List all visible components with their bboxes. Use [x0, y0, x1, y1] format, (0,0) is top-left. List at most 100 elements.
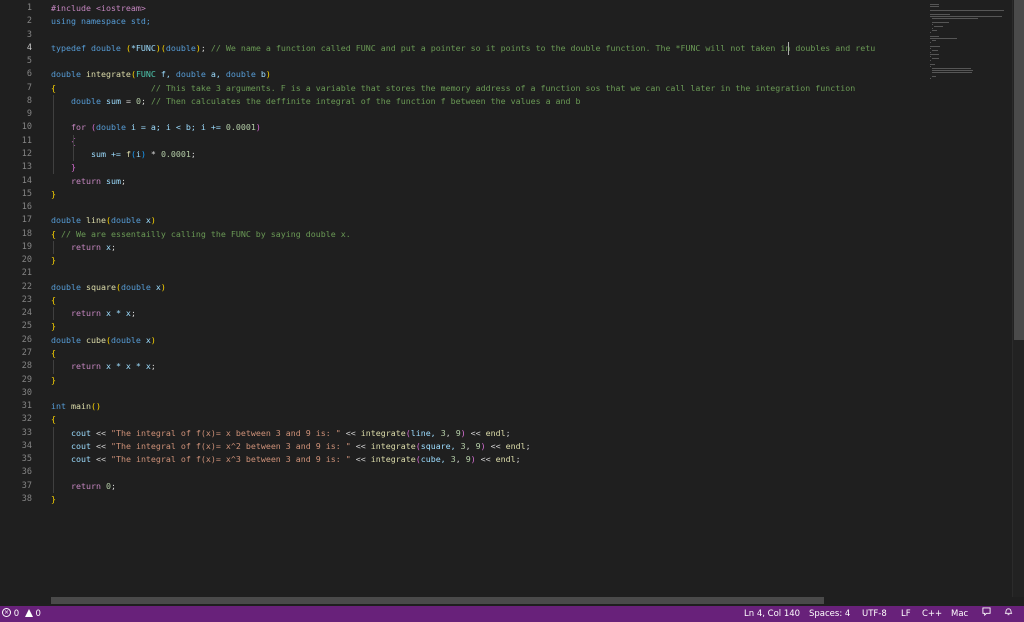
- line-number: 34: [21, 440, 32, 451]
- code-line[interactable]: double square(double x): [51, 281, 166, 294]
- line-number: 26: [21, 334, 32, 345]
- minimap-line: [931, 30, 937, 31]
- problems-indicator[interactable]: × 0 0: [2, 606, 41, 622]
- horizontal-scrollbar-thumb[interactable]: [51, 597, 824, 604]
- code-line[interactable]: return x * x;: [51, 307, 136, 320]
- code-line[interactable]: cout << "The integral of f(x)= x^3 betwe…: [51, 453, 521, 466]
- code-line[interactable]: }: [51, 320, 56, 333]
- code-token: for: [51, 122, 91, 133]
- line-number: 14: [21, 175, 32, 186]
- code-token: (): [90, 401, 101, 412]
- code-token: }: [51, 162, 76, 173]
- indentation[interactable]: Spaces: 4: [809, 606, 850, 622]
- code-line[interactable]: }: [51, 188, 56, 201]
- code-token: double: [51, 334, 86, 345]
- code-line[interactable]: int main(): [51, 400, 101, 413]
- minimap[interactable]: [926, 0, 1012, 597]
- code-line[interactable]: {: [51, 413, 56, 426]
- code-token: // Then calculates the deffinite integra…: [150, 95, 581, 106]
- code-line[interactable]: double line(double x): [51, 214, 156, 227]
- code-token: sum: [105, 175, 121, 186]
- code-token: endl: [505, 440, 526, 451]
- code-token: integrate: [370, 440, 416, 451]
- end-of-line[interactable]: LF: [901, 606, 911, 622]
- indent-guide: [53, 94, 54, 175]
- code-token: cube,: [420, 454, 451, 465]
- code-line[interactable]: double integrate(FUNC f, double a, doubl…: [51, 68, 271, 81]
- line-number: 35: [21, 454, 32, 465]
- code-token: ;: [110, 241, 116, 252]
- code-token: ): [150, 334, 156, 345]
- minimap-line: [933, 26, 944, 27]
- code-token: cout: [51, 440, 96, 451]
- code-token: sum: [105, 95, 121, 106]
- code-line[interactable]: {: [51, 347, 56, 360]
- indent-guide: [53, 426, 54, 493]
- code-token: }: [51, 255, 56, 266]
- code-token: <<: [95, 427, 111, 438]
- code-line[interactable]: double sum = 0; // Then calculates the d…: [51, 95, 581, 108]
- code-line[interactable]: }: [51, 493, 56, 506]
- platform[interactable]: Mac: [951, 606, 968, 622]
- code-token: ): [255, 122, 261, 133]
- line-number: 19: [21, 241, 32, 252]
- code-line[interactable]: return 0;: [51, 480, 116, 493]
- code-token: integrate: [85, 69, 131, 80]
- code-line[interactable]: using namespace std;: [51, 15, 151, 28]
- cursor-position[interactable]: Ln 4, Col 140: [744, 606, 800, 622]
- code-token: using namespace std;: [51, 16, 151, 27]
- code-token: return: [51, 241, 106, 252]
- code-token: // This take 3 arguments. F is a variabl…: [56, 82, 856, 93]
- code-line[interactable]: return x;: [51, 241, 116, 254]
- line-number: 17: [21, 215, 32, 226]
- line-number: 27: [21, 348, 32, 359]
- code-token: double: [51, 69, 86, 80]
- code-line[interactable]: return sum;: [51, 175, 126, 188]
- warning-count: 0: [35, 609, 41, 619]
- code-token: <<: [465, 427, 486, 438]
- code-token: double: [51, 95, 106, 106]
- vertical-scrollbar[interactable]: [1012, 0, 1024, 597]
- code-line[interactable]: {: [51, 294, 56, 307]
- code-line[interactable]: }: [51, 374, 56, 387]
- warning-triangle-icon: [24, 609, 33, 617]
- minimap-line: [930, 36, 940, 37]
- minimap-line: [930, 64, 935, 65]
- code-token: <<: [350, 454, 371, 465]
- code-editor[interactable]: 1 2 3 4 5 6 7 8 9 10 11 12 13 14 15 16 17 18 19 20 21 22 23 24 2…: [0, 0, 1024, 606]
- code-token: ;: [200, 42, 211, 53]
- code-token: cout: [51, 427, 96, 438]
- feedback-icon[interactable]: [982, 606, 991, 622]
- code-line[interactable]: }: [51, 254, 56, 267]
- code-token: ,: [445, 427, 456, 438]
- encoding[interactable]: UTF-8: [862, 606, 887, 622]
- code-token: }: [51, 374, 56, 385]
- code-token: {: [51, 414, 56, 425]
- code-line[interactable]: cout << "The integral of f(x)= x between…: [51, 427, 511, 440]
- code-token: ;: [190, 148, 196, 159]
- code-token: "The integral of f(x)= x^2 between 3 and…: [110, 440, 351, 451]
- code-token: 0.0001: [160, 148, 191, 159]
- code-line[interactable]: double cube(double x): [51, 334, 156, 347]
- line-number: 33: [21, 427, 32, 438]
- code-token: i = a; i < b; i +=: [130, 122, 226, 133]
- code-line[interactable]: cout << "The integral of f(x)= x^2 betwe…: [51, 440, 531, 453]
- code-line[interactable]: { // This take 3 arguments. F is a varia…: [51, 82, 855, 95]
- code-line[interactable]: #include <iostream>: [51, 2, 146, 15]
- code-line[interactable]: for (double i = a; i < b; i += 0.0001): [51, 121, 261, 134]
- line-number: 38: [21, 493, 32, 504]
- code-line[interactable]: }: [51, 161, 76, 174]
- line-number: 7: [26, 82, 32, 93]
- code-token: ;: [505, 427, 511, 438]
- line-number: 9: [26, 109, 32, 120]
- code-line[interactable]: typedef double (*FUNC)(double); // We na…: [51, 42, 875, 55]
- code-token: double: [95, 122, 131, 133]
- notifications-bell-icon[interactable]: [1004, 606, 1013, 622]
- code-area[interactable]: #include <iostream> using namespace std; t…: [51, 0, 926, 597]
- line-number: 36: [21, 467, 32, 478]
- language-mode[interactable]: C++: [922, 606, 942, 622]
- code-line[interactable]: { // We are essentailly calling the FUNC…: [51, 228, 351, 241]
- code-line[interactable]: return x * x * x;: [51, 360, 156, 373]
- minimap-line: [931, 50, 938, 51]
- vertical-scrollbar-thumb[interactable]: [1014, 0, 1024, 340]
